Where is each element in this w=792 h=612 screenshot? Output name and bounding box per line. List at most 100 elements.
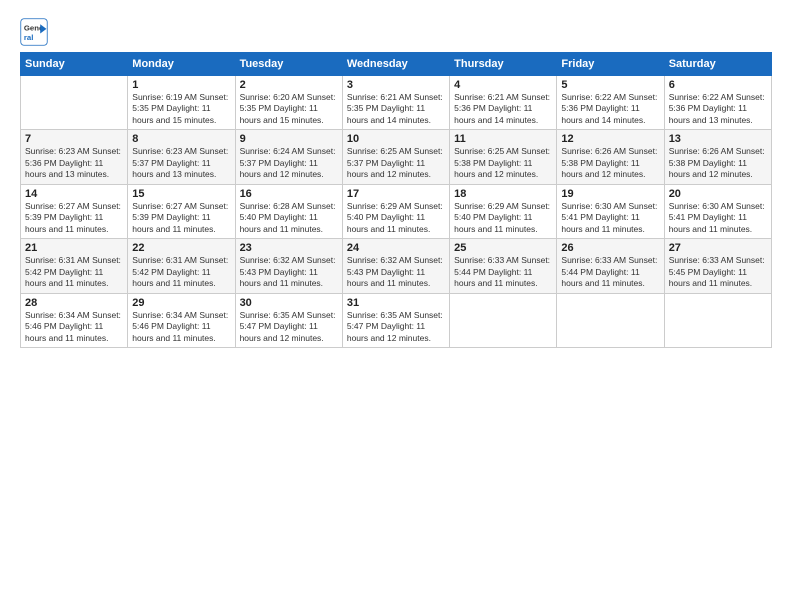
day-number: 17	[347, 188, 445, 200]
weekday-header-wednesday: Wednesday	[342, 53, 449, 76]
calendar-cell: 17Sunrise: 6:29 AM Sunset: 5:40 PM Dayli…	[342, 184, 449, 238]
calendar-cell: 7Sunrise: 6:23 AM Sunset: 5:36 PM Daylig…	[21, 130, 128, 184]
calendar-cell: 23Sunrise: 6:32 AM Sunset: 5:43 PM Dayli…	[235, 239, 342, 293]
day-info: Sunrise: 6:35 AM Sunset: 5:47 PM Dayligh…	[347, 310, 445, 344]
day-number: 5	[561, 79, 659, 91]
day-number: 30	[240, 297, 338, 309]
calendar-cell: 2Sunrise: 6:20 AM Sunset: 5:35 PM Daylig…	[235, 76, 342, 130]
day-info: Sunrise: 6:30 AM Sunset: 5:41 PM Dayligh…	[561, 201, 659, 235]
day-info: Sunrise: 6:22 AM Sunset: 5:36 PM Dayligh…	[561, 92, 659, 126]
day-number: 4	[454, 79, 552, 91]
day-info: Sunrise: 6:34 AM Sunset: 5:46 PM Dayligh…	[25, 310, 123, 344]
day-number: 16	[240, 188, 338, 200]
day-number: 24	[347, 242, 445, 254]
day-info: Sunrise: 6:35 AM Sunset: 5:47 PM Dayligh…	[240, 310, 338, 344]
day-info: Sunrise: 6:33 AM Sunset: 5:44 PM Dayligh…	[561, 255, 659, 289]
calendar-cell: 5Sunrise: 6:22 AM Sunset: 5:36 PM Daylig…	[557, 76, 664, 130]
day-info: Sunrise: 6:34 AM Sunset: 5:46 PM Dayligh…	[132, 310, 230, 344]
day-info: Sunrise: 6:19 AM Sunset: 5:35 PM Dayligh…	[132, 92, 230, 126]
day-info: Sunrise: 6:33 AM Sunset: 5:44 PM Dayligh…	[454, 255, 552, 289]
weekday-header-row: SundayMondayTuesdayWednesdayThursdayFrid…	[21, 53, 772, 76]
day-number: 7	[25, 133, 123, 145]
calendar-cell: 1Sunrise: 6:19 AM Sunset: 5:35 PM Daylig…	[128, 76, 235, 130]
day-number: 1	[132, 79, 230, 91]
day-info: Sunrise: 6:30 AM Sunset: 5:41 PM Dayligh…	[669, 201, 767, 235]
calendar-cell: 6Sunrise: 6:22 AM Sunset: 5:36 PM Daylig…	[664, 76, 771, 130]
calendar-cell	[664, 293, 771, 347]
calendar-cell: 3Sunrise: 6:21 AM Sunset: 5:35 PM Daylig…	[342, 76, 449, 130]
day-info: Sunrise: 6:25 AM Sunset: 5:38 PM Dayligh…	[454, 146, 552, 180]
day-number: 25	[454, 242, 552, 254]
weekday-header-sunday: Sunday	[21, 53, 128, 76]
week-row-5: 28Sunrise: 6:34 AM Sunset: 5:46 PM Dayli…	[21, 293, 772, 347]
day-info: Sunrise: 6:31 AM Sunset: 5:42 PM Dayligh…	[132, 255, 230, 289]
day-number: 11	[454, 133, 552, 145]
calendar-cell: 30Sunrise: 6:35 AM Sunset: 5:47 PM Dayli…	[235, 293, 342, 347]
day-number: 13	[669, 133, 767, 145]
day-number: 22	[132, 242, 230, 254]
calendar-cell: 14Sunrise: 6:27 AM Sunset: 5:39 PM Dayli…	[21, 184, 128, 238]
day-number: 28	[25, 297, 123, 309]
day-info: Sunrise: 6:33 AM Sunset: 5:45 PM Dayligh…	[669, 255, 767, 289]
day-number: 20	[669, 188, 767, 200]
calendar-cell: 13Sunrise: 6:26 AM Sunset: 5:38 PM Dayli…	[664, 130, 771, 184]
day-number: 6	[669, 79, 767, 91]
day-number: 2	[240, 79, 338, 91]
calendar-cell	[21, 76, 128, 130]
calendar-cell: 15Sunrise: 6:27 AM Sunset: 5:39 PM Dayli…	[128, 184, 235, 238]
weekday-header-monday: Monday	[128, 53, 235, 76]
calendar-cell: 31Sunrise: 6:35 AM Sunset: 5:47 PM Dayli…	[342, 293, 449, 347]
day-info: Sunrise: 6:23 AM Sunset: 5:36 PM Dayligh…	[25, 146, 123, 180]
weekday-header-thursday: Thursday	[450, 53, 557, 76]
day-number: 18	[454, 188, 552, 200]
day-info: Sunrise: 6:32 AM Sunset: 5:43 PM Dayligh…	[347, 255, 445, 289]
calendar-cell: 18Sunrise: 6:29 AM Sunset: 5:40 PM Dayli…	[450, 184, 557, 238]
logo-icon: Gene ral	[20, 18, 48, 46]
logo: Gene ral	[20, 18, 52, 46]
calendar: SundayMondayTuesdayWednesdayThursdayFrid…	[20, 52, 772, 348]
calendar-cell: 9Sunrise: 6:24 AM Sunset: 5:37 PM Daylig…	[235, 130, 342, 184]
day-info: Sunrise: 6:24 AM Sunset: 5:37 PM Dayligh…	[240, 146, 338, 180]
calendar-cell: 21Sunrise: 6:31 AM Sunset: 5:42 PM Dayli…	[21, 239, 128, 293]
day-info: Sunrise: 6:29 AM Sunset: 5:40 PM Dayligh…	[454, 201, 552, 235]
day-info: Sunrise: 6:20 AM Sunset: 5:35 PM Dayligh…	[240, 92, 338, 126]
weekday-header-saturday: Saturday	[664, 53, 771, 76]
svg-text:ral: ral	[24, 33, 34, 42]
weekday-header-friday: Friday	[557, 53, 664, 76]
day-info: Sunrise: 6:28 AM Sunset: 5:40 PM Dayligh…	[240, 201, 338, 235]
calendar-cell: 24Sunrise: 6:32 AM Sunset: 5:43 PM Dayli…	[342, 239, 449, 293]
week-row-4: 21Sunrise: 6:31 AM Sunset: 5:42 PM Dayli…	[21, 239, 772, 293]
day-number: 31	[347, 297, 445, 309]
day-info: Sunrise: 6:23 AM Sunset: 5:37 PM Dayligh…	[132, 146, 230, 180]
calendar-cell	[450, 293, 557, 347]
day-number: 21	[25, 242, 123, 254]
week-row-2: 7Sunrise: 6:23 AM Sunset: 5:36 PM Daylig…	[21, 130, 772, 184]
calendar-cell: 29Sunrise: 6:34 AM Sunset: 5:46 PM Dayli…	[128, 293, 235, 347]
calendar-cell: 4Sunrise: 6:21 AM Sunset: 5:36 PM Daylig…	[450, 76, 557, 130]
page: Gene ral SundayMondayTuesdayWednesdayThu…	[0, 0, 792, 612]
calendar-cell: 16Sunrise: 6:28 AM Sunset: 5:40 PM Dayli…	[235, 184, 342, 238]
header: Gene ral	[20, 18, 772, 46]
calendar-cell: 19Sunrise: 6:30 AM Sunset: 5:41 PM Dayli…	[557, 184, 664, 238]
day-info: Sunrise: 6:26 AM Sunset: 5:38 PM Dayligh…	[561, 146, 659, 180]
day-number: 23	[240, 242, 338, 254]
day-info: Sunrise: 6:21 AM Sunset: 5:35 PM Dayligh…	[347, 92, 445, 126]
calendar-cell: 27Sunrise: 6:33 AM Sunset: 5:45 PM Dayli…	[664, 239, 771, 293]
day-info: Sunrise: 6:32 AM Sunset: 5:43 PM Dayligh…	[240, 255, 338, 289]
day-number: 12	[561, 133, 659, 145]
calendar-cell: 10Sunrise: 6:25 AM Sunset: 5:37 PM Dayli…	[342, 130, 449, 184]
calendar-cell: 26Sunrise: 6:33 AM Sunset: 5:44 PM Dayli…	[557, 239, 664, 293]
day-number: 3	[347, 79, 445, 91]
day-number: 27	[669, 242, 767, 254]
day-info: Sunrise: 6:26 AM Sunset: 5:38 PM Dayligh…	[669, 146, 767, 180]
day-info: Sunrise: 6:27 AM Sunset: 5:39 PM Dayligh…	[132, 201, 230, 235]
weekday-header-tuesday: Tuesday	[235, 53, 342, 76]
calendar-cell: 11Sunrise: 6:25 AM Sunset: 5:38 PM Dayli…	[450, 130, 557, 184]
calendar-cell	[557, 293, 664, 347]
day-info: Sunrise: 6:31 AM Sunset: 5:42 PM Dayligh…	[25, 255, 123, 289]
calendar-cell: 25Sunrise: 6:33 AM Sunset: 5:44 PM Dayli…	[450, 239, 557, 293]
calendar-cell: 12Sunrise: 6:26 AM Sunset: 5:38 PM Dayli…	[557, 130, 664, 184]
day-number: 9	[240, 133, 338, 145]
week-row-3: 14Sunrise: 6:27 AM Sunset: 5:39 PM Dayli…	[21, 184, 772, 238]
day-info: Sunrise: 6:21 AM Sunset: 5:36 PM Dayligh…	[454, 92, 552, 126]
